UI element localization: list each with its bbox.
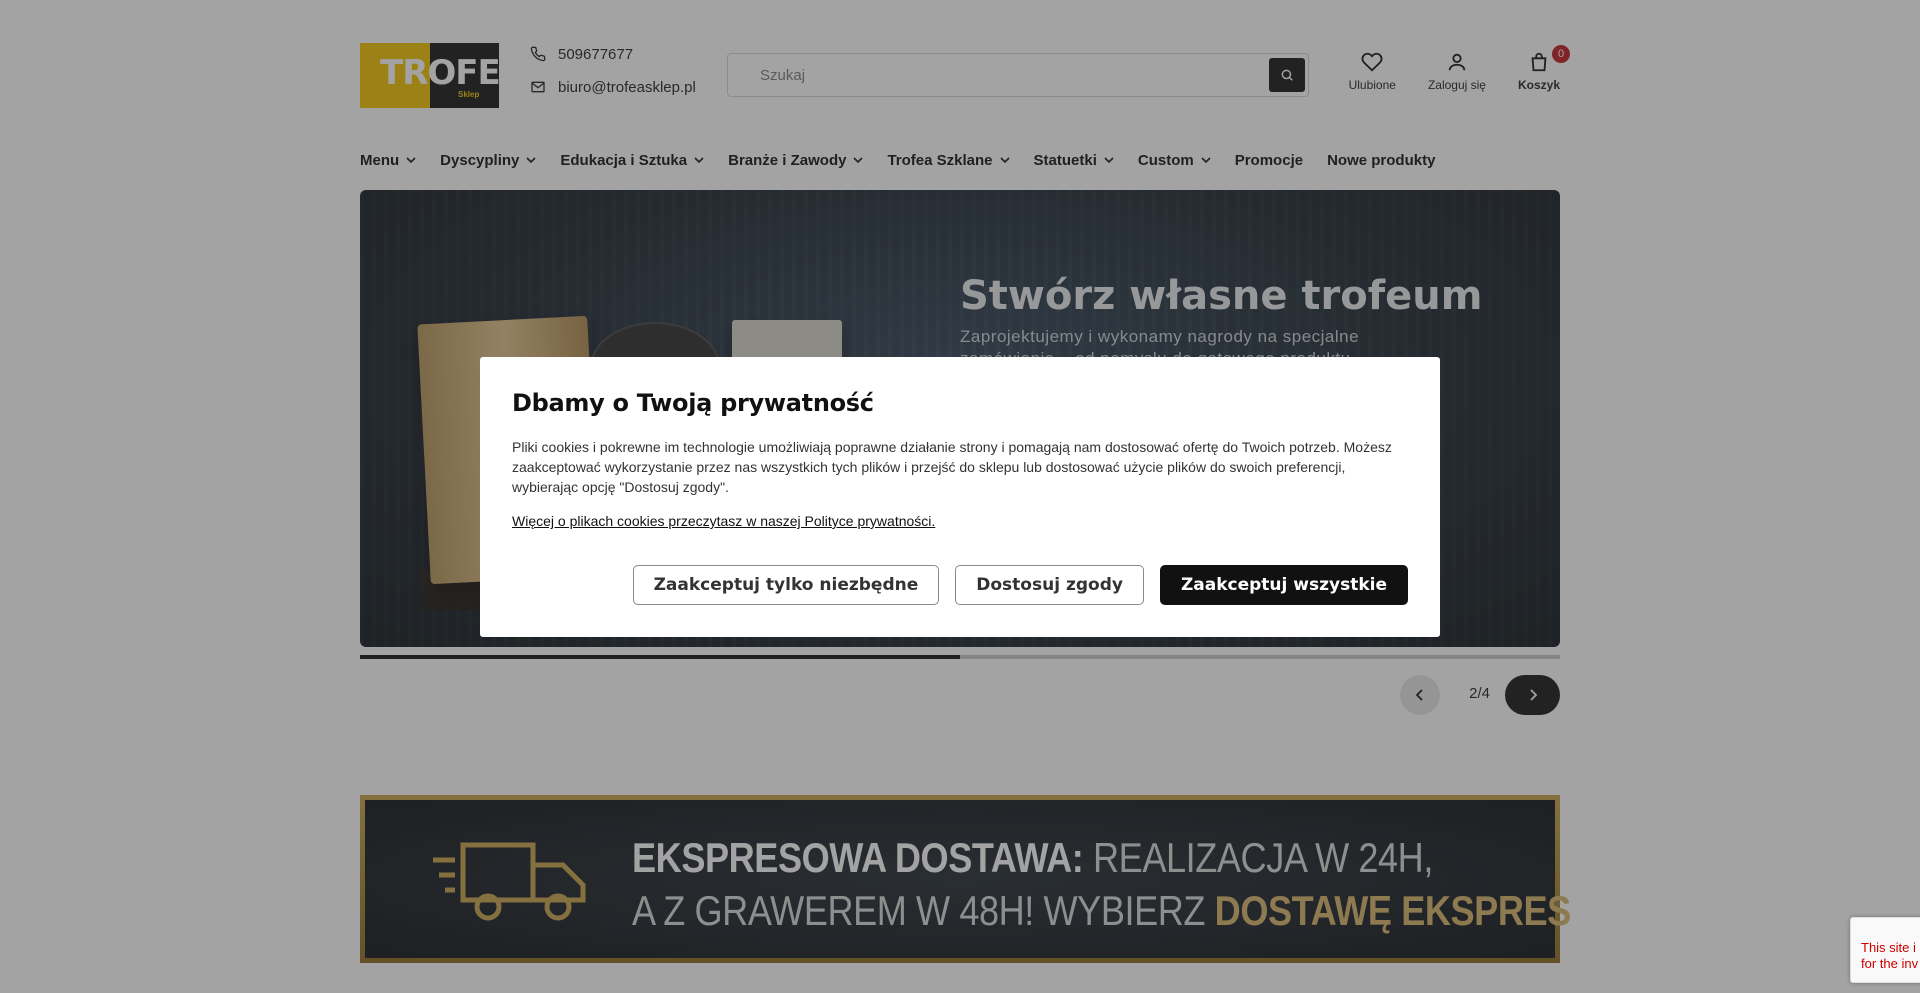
accept-necessary-button[interactable]: Zaakceptuj tylko niezbędne (632, 565, 940, 605)
recaptcha-text-1: This site i (1861, 940, 1916, 955)
cookie-consent-modal: Dbamy o Twoją prywatność Pliki cookies i… (480, 357, 1440, 637)
accept-all-button[interactable]: Zaakceptuj wszystkie (1159, 565, 1408, 605)
recaptcha-text-2: for the inv (1861, 956, 1919, 971)
privacy-policy-link[interactable]: Więcej o plikach cookies przeczytasz w n… (512, 513, 935, 529)
recaptcha-badge[interactable]: This site i for the inv (1850, 917, 1920, 983)
customize-consent-button[interactable]: Dostosuj zgody (955, 565, 1144, 605)
cookie-modal-title: Dbamy o Twoją prywatność (512, 389, 874, 417)
cookie-modal-body: Pliki cookies i pokrewne im technologie … (512, 439, 1392, 495)
cookie-modal-actions: Zaakceptuj tylko niezbędne Dostosuj zgod… (632, 565, 1408, 605)
